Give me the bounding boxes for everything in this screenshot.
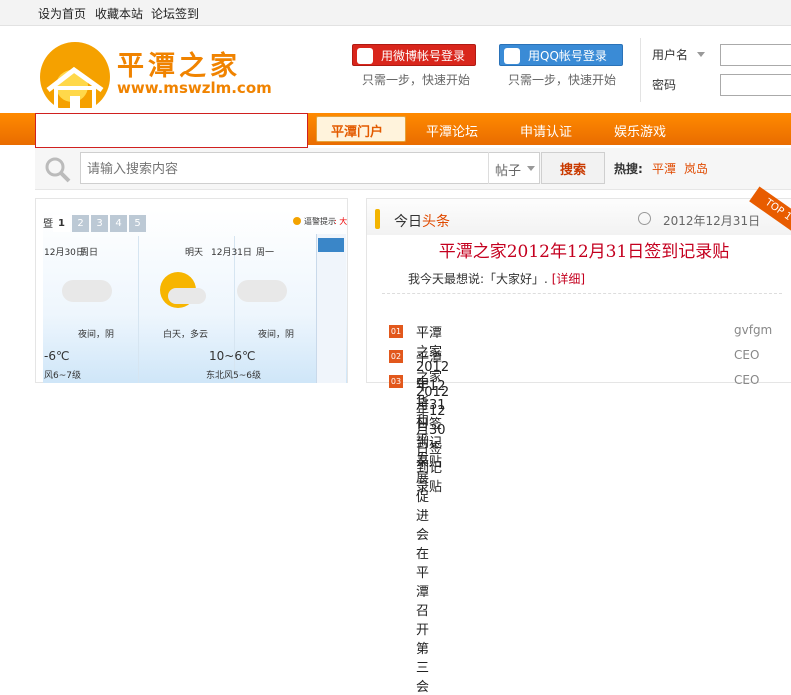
- search-field: [80, 152, 540, 184]
- weather-tomorrow: 明天: [185, 248, 204, 258]
- weather-date: 12月30日: [44, 248, 85, 258]
- nav-banner-slot: [35, 113, 308, 148]
- nav-item-portal[interactable]: 平潭门户: [316, 116, 406, 142]
- cloud-icon: [62, 280, 112, 302]
- hot-search-link[interactable]: 岚岛: [684, 160, 708, 177]
- bookmark-link[interactable]: 收藏本站: [95, 5, 143, 22]
- weather-alert-more: : 大: [334, 217, 348, 226]
- password-label: 密码: [652, 78, 677, 92]
- headline-summary: 我今天最想说:「大家好」. [详细]: [408, 272, 586, 286]
- today-date: 2012年12月31日: [663, 214, 761, 228]
- search-button[interactable]: 搜索: [541, 152, 605, 184]
- search-icon: [45, 157, 71, 183]
- username-input[interactable]: [720, 44, 791, 66]
- weather-dow: 周一: [256, 248, 275, 258]
- username-label: 用户名: [652, 48, 689, 62]
- qq-login-button[interactable]: 用QQ帐号登录: [499, 44, 623, 66]
- weather-edge-label: 暨: [43, 219, 53, 230]
- password-input[interactable]: [720, 74, 791, 96]
- search-input[interactable]: [87, 159, 487, 179]
- weather-wind: 东北风5~6级: [206, 371, 261, 381]
- divider: [640, 38, 641, 102]
- qq-icon: [504, 48, 520, 64]
- weather-tab[interactable]: 4: [110, 215, 127, 232]
- weather-tab[interactable]: 3: [91, 215, 108, 232]
- weather-tab[interactable]: 2: [72, 215, 89, 232]
- forum-signin-link[interactable]: 论坛签到: [151, 5, 199, 22]
- weather-tab[interactable]: 1: [53, 215, 70, 232]
- header: 平潭之家 www.mswzlm.com 用微博帐号登录 只需一步，快速开始 用Q…: [0, 26, 791, 112]
- cloud-icon: [168, 288, 206, 304]
- chevron-down-icon[interactable]: [697, 52, 705, 57]
- today-label: 今日头条: [394, 214, 450, 230]
- weather-temp: -6℃: [44, 349, 70, 363]
- detail-link[interactable]: [详细]: [552, 272, 585, 286]
- hot-search-link[interactable]: 平潭: [652, 160, 676, 177]
- clock-icon: [638, 212, 651, 225]
- weibo-login-hint: 只需一步，快速开始: [362, 73, 471, 87]
- weather-alert: 逼警提示: [304, 217, 336, 226]
- nav-item-games[interactable]: 娱乐游戏: [614, 121, 666, 140]
- weather-temp: 10~6℃: [209, 349, 256, 363]
- top-bar: 设为首页 收藏本站 论坛签到: [0, 0, 791, 26]
- house-icon: [46, 66, 104, 112]
- hot-search-label: 热搜:: [614, 162, 643, 176]
- qq-login-hint: 只需一步，快速开始: [508, 73, 617, 87]
- weather-dow: 周日: [80, 248, 99, 258]
- weather-condition: 白天，多云: [163, 330, 209, 340]
- headline-link[interactable]: 平潭之家2012年12月31日签到记录贴: [384, 237, 784, 262]
- search-type-select[interactable]: 帖子: [488, 152, 540, 184]
- nav-item-forum[interactable]: 平潭论坛: [426, 121, 478, 140]
- cloud-icon: [237, 280, 287, 302]
- weather-wind: 风6~7级: [44, 371, 81, 381]
- site-logo-url: www.mswzlm.com: [117, 79, 272, 97]
- weather-sidebar-header: [318, 238, 344, 252]
- weather-condition: 夜间，阴: [258, 330, 295, 340]
- chevron-down-icon: [527, 166, 535, 171]
- weather-condition: 夜间，阴: [78, 330, 115, 340]
- weather-date: 12月31日: [211, 248, 252, 258]
- alert-icon: [293, 217, 301, 225]
- weather-sidebar: [316, 234, 346, 383]
- site-logo-title[interactable]: 平潭之家: [117, 44, 241, 83]
- weibo-login-button[interactable]: 用微博帐号登录: [352, 44, 476, 66]
- weibo-icon: [357, 48, 373, 64]
- section-marker: [375, 209, 380, 229]
- divider: [382, 293, 782, 294]
- weather-tab[interactable]: 5: [129, 215, 146, 232]
- nav-item-verify[interactable]: 申请认证: [520, 121, 572, 140]
- set-homepage-link[interactable]: 设为首页: [38, 5, 86, 22]
